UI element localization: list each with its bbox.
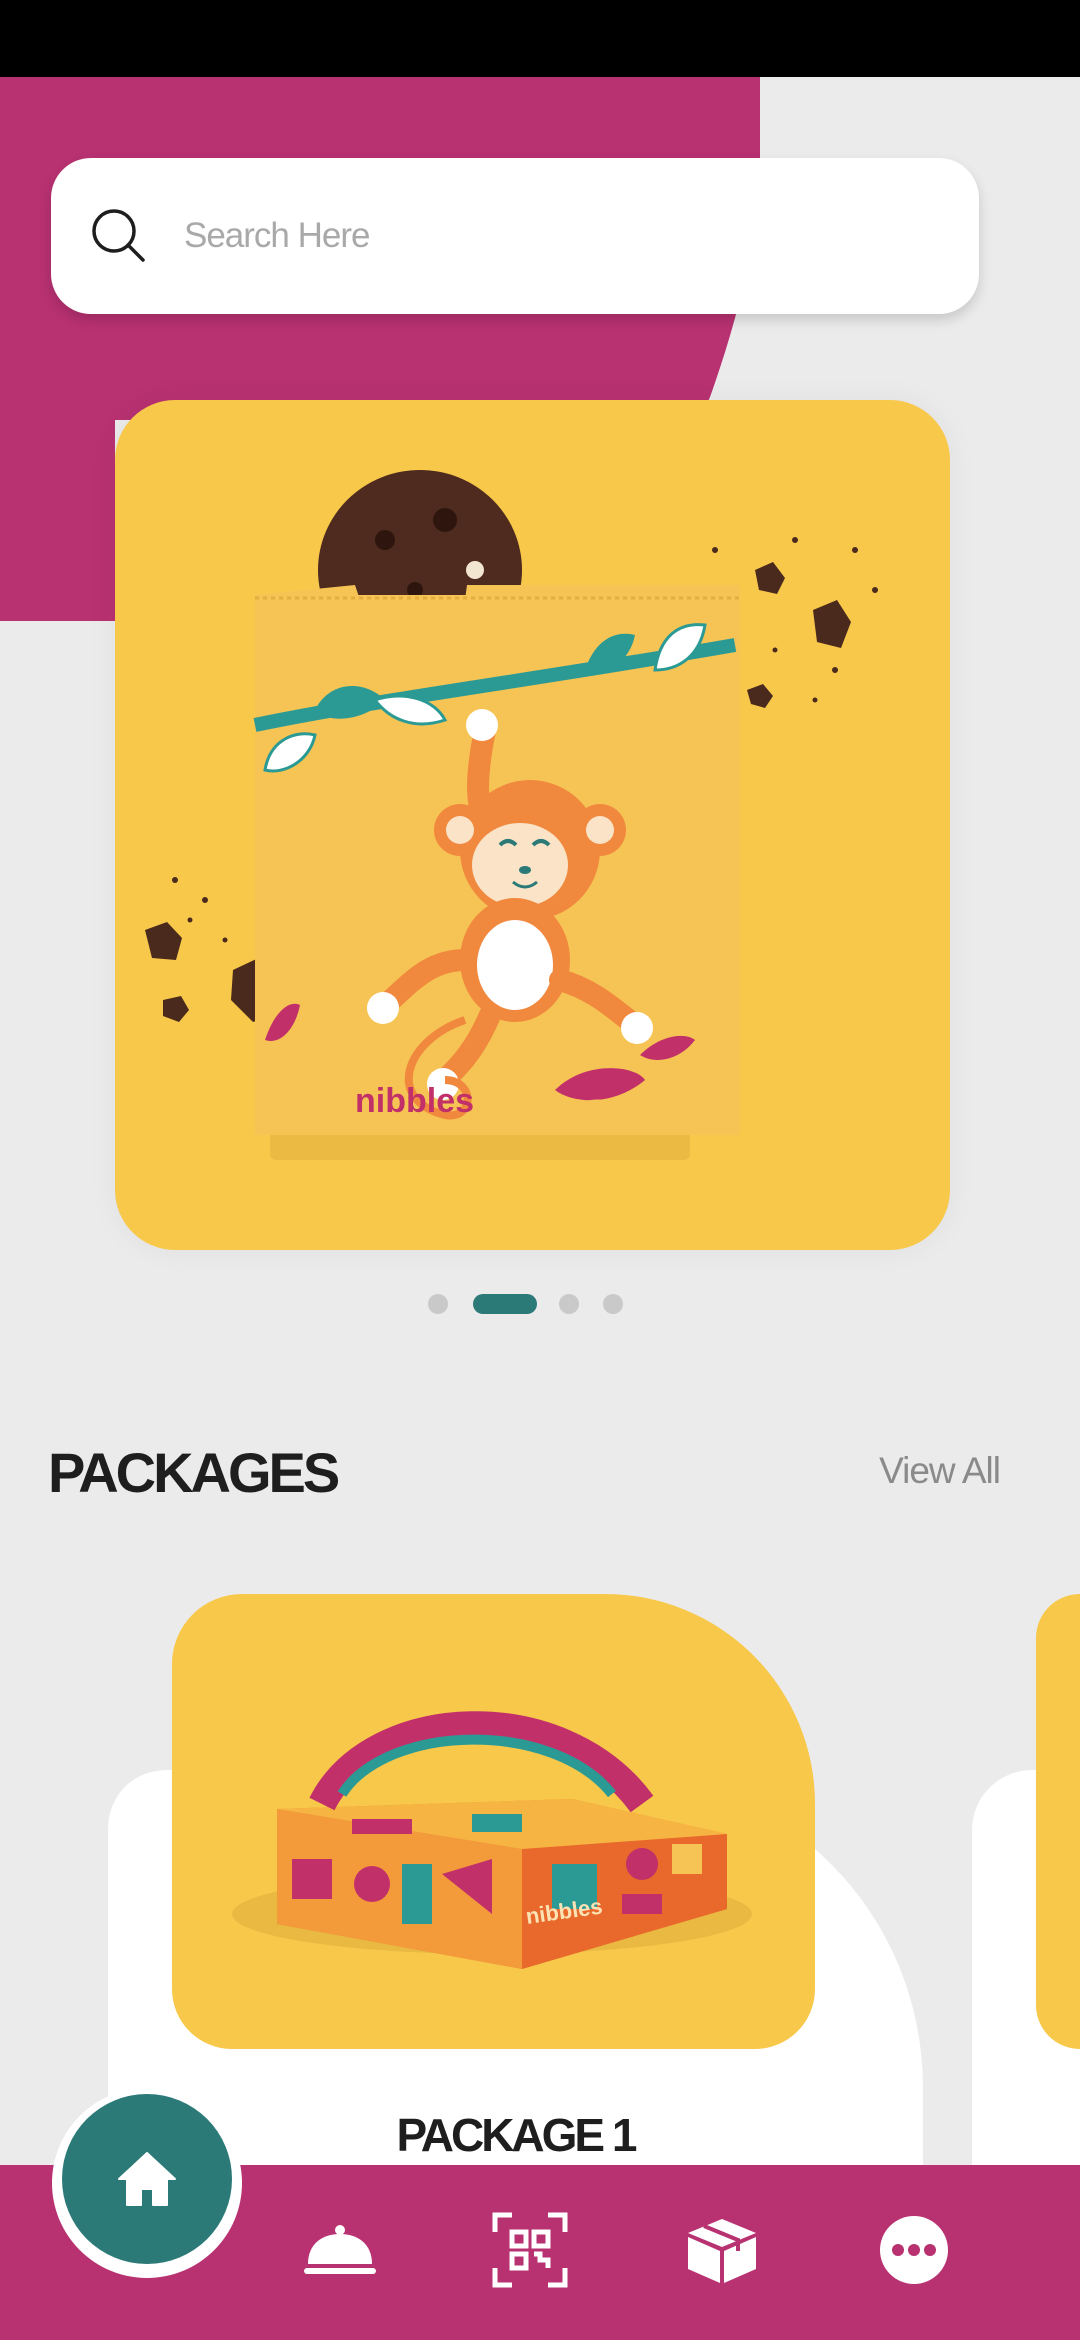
- promo-banner[interactable]: nibbles: [115, 400, 950, 1250]
- package-image-next[interactable]: [1036, 1594, 1080, 2049]
- carousel-dot[interactable]: [603, 1294, 623, 1314]
- carousel-dot[interactable]: [559, 1294, 579, 1314]
- carousel-dot-active[interactable]: [473, 1294, 537, 1314]
- cookie-bag-illustration: nibbles: [145, 470, 878, 1160]
- carousel-dot[interactable]: [428, 1294, 448, 1314]
- nav-scan-button[interactable]: [480, 2200, 580, 2300]
- package-image[interactable]: nibbles: [172, 1594, 815, 2049]
- status-bar: [0, 0, 1080, 77]
- package-box-illustration: nibbles: [232, 1711, 752, 1969]
- more-icon: [880, 2216, 948, 2284]
- nav-more-button[interactable]: [864, 2200, 964, 2300]
- search-input[interactable]: [184, 198, 884, 274]
- nav-menu-button[interactable]: [290, 2200, 390, 2300]
- search-icon[interactable]: [89, 206, 149, 266]
- nav-packages-button[interactable]: [672, 2200, 772, 2300]
- qr-scan-icon: [492, 2212, 568, 2288]
- cloche-icon: [304, 2225, 376, 2274]
- home-screen: nibbles PACKAGES View All: [0, 0, 1080, 2340]
- carousel-indicator: [0, 1292, 1080, 1316]
- home-icon: [118, 2152, 176, 2206]
- nav-home-button[interactable]: [62, 2094, 232, 2264]
- view-all-link[interactable]: View All: [879, 1450, 1001, 1496]
- search-bar[interactable]: [51, 158, 979, 314]
- packages-section-title: PACKAGES: [48, 1441, 340, 1504]
- package-box-icon: [688, 2219, 756, 2283]
- banner-brand-text: nibbles: [355, 1082, 474, 1120]
